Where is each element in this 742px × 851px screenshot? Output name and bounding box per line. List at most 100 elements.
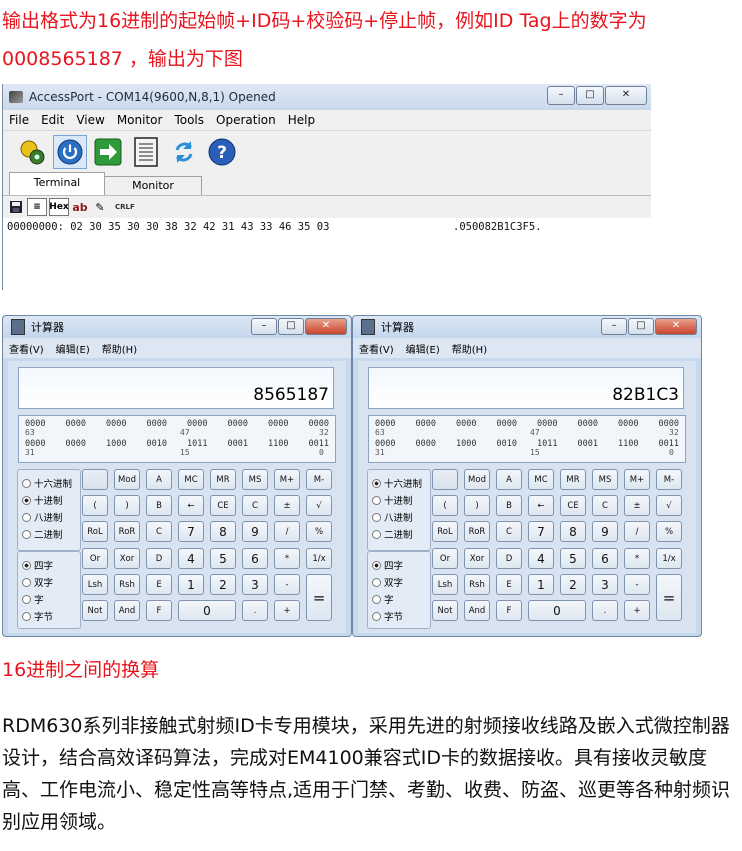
menu-help[interactable]: Help [282, 113, 321, 127]
log-button[interactable] [129, 135, 163, 169]
menu-view[interactable]: 查看(V) [9, 341, 44, 356]
word-size-option[interactable]: 字 [372, 592, 394, 606]
menu-tools[interactable]: Tools [168, 113, 210, 127]
calc-key[interactable]: D [146, 548, 172, 569]
calc-key[interactable]: 5 [210, 548, 236, 569]
send-button[interactable] [91, 135, 125, 169]
calc-key[interactable]: + [624, 600, 650, 621]
calc-key[interactable]: 0 [178, 600, 236, 621]
save-icon[interactable] [7, 198, 25, 216]
terminal-output[interactable]: 00000000: 02 30 35 30 30 38 32 42 31 43 … [3, 218, 651, 278]
close-button[interactable]: ✕ [605, 86, 647, 105]
calc-key[interactable]: . [592, 600, 618, 621]
calc-key[interactable]: And [464, 600, 490, 621]
calc-key[interactable]: Mod [464, 469, 490, 490]
radix-option[interactable]: 二进制 [372, 527, 413, 541]
calc-key[interactable]: √ [306, 495, 332, 516]
word-size-option[interactable]: 四字 [22, 558, 53, 572]
calc-key[interactable]: 4 [528, 548, 554, 569]
calc-key[interactable]: And [114, 600, 140, 621]
calc-key[interactable]: Not [432, 600, 458, 621]
close-button[interactable]: ✕ [655, 318, 697, 335]
calc-key[interactable]: 2 [210, 574, 236, 595]
calc-key[interactable]: Xor [114, 548, 140, 569]
calc-key[interactable]: Or [82, 548, 108, 569]
menu-help[interactable]: 帮助(H) [102, 341, 137, 356]
calc-key[interactable]: B [496, 495, 522, 516]
calc-key[interactable]: D [496, 548, 522, 569]
calc-key[interactable]: ( [82, 495, 108, 516]
calc-key[interactable]: B [146, 495, 172, 516]
radix-option[interactable]: 八进制 [372, 510, 413, 524]
radix-option[interactable]: 十六进制 [22, 476, 72, 490]
calc-key[interactable]: Rsh [464, 574, 490, 595]
radix-option[interactable]: 十进制 [22, 493, 63, 507]
close-button[interactable]: ✕ [305, 318, 347, 335]
calc-key[interactable]: 8 [560, 521, 586, 542]
help-button[interactable]: ? [205, 135, 239, 169]
menu-file[interactable]: File [3, 113, 35, 127]
radix-option[interactable]: 八进制 [22, 510, 63, 524]
calc-key[interactable]: ← [178, 495, 204, 516]
calc-key[interactable]: C [146, 521, 172, 542]
calc-key[interactable]: 1/x [306, 548, 332, 569]
calc-key[interactable]: M- [306, 469, 332, 490]
calc-key[interactable]: Not [82, 600, 108, 621]
ascii-view-button[interactable]: ab [71, 198, 89, 216]
calc-key[interactable]: % [306, 521, 332, 542]
calc-key[interactable]: MC [178, 469, 204, 490]
calc-key[interactable]: Or [432, 548, 458, 569]
calc-key[interactable]: A [496, 469, 522, 490]
minimize-button[interactable]: – [547, 86, 575, 105]
calc-key[interactable]: E [146, 574, 172, 595]
minimize-button[interactable]: – [251, 318, 277, 335]
menu-view[interactable]: 查看(V) [359, 341, 394, 356]
maximize-button[interactable]: □ [576, 86, 604, 105]
calc-key[interactable]: 1 [178, 574, 204, 595]
calc-key[interactable]: C [496, 521, 522, 542]
calc-key[interactable]: CE [210, 495, 236, 516]
calc-key[interactable] [432, 469, 458, 490]
calc-key[interactable]: 1/x [656, 548, 682, 569]
word-size-option[interactable]: 双字 [372, 575, 403, 589]
calc-key[interactable]: Mod [114, 469, 140, 490]
calc-key[interactable]: F [146, 600, 172, 621]
calc-key[interactable]: MR [210, 469, 236, 490]
calc-key[interactable]: % [656, 521, 682, 542]
calc-key[interactable]: Lsh [432, 574, 458, 595]
calc-key[interactable]: MR [560, 469, 586, 490]
calc-key[interactable]: 3 [242, 574, 268, 595]
calc-key[interactable]: / [274, 521, 300, 542]
calc-key[interactable]: 6 [592, 548, 618, 569]
calc-key[interactable]: * [274, 548, 300, 569]
calc-key[interactable]: Xor [464, 548, 490, 569]
calc-key[interactable]: * [624, 548, 650, 569]
radix-option[interactable]: 十进制 [372, 493, 413, 507]
menu-edit[interactable]: 编辑(E) [406, 341, 440, 356]
edit-icon[interactable]: ✎ [91, 198, 109, 216]
calc-key[interactable]: RoR [114, 521, 140, 542]
calc-key[interactable]: F [496, 600, 522, 621]
calc-key[interactable]: . [242, 600, 268, 621]
calc-key[interactable]: M+ [274, 469, 300, 490]
calc-key[interactable]: Lsh [82, 574, 108, 595]
word-size-option[interactable]: 四字 [372, 558, 403, 572]
calc-key[interactable]: 7 [528, 521, 554, 542]
maximize-button[interactable]: □ [628, 318, 654, 335]
minimize-button[interactable]: – [601, 318, 627, 335]
equals-key[interactable]: = [656, 574, 682, 621]
calc-key[interactable]: + [274, 600, 300, 621]
calc-key[interactable]: - [274, 574, 300, 595]
calc-key[interactable]: 9 [592, 521, 618, 542]
calc-key[interactable]: E [496, 574, 522, 595]
calc-key[interactable]: 0 [528, 600, 586, 621]
calc-key[interactable]: ← [528, 495, 554, 516]
radix-option[interactable]: 十六进制 [372, 476, 422, 490]
calc-key[interactable]: / [624, 521, 650, 542]
calc-key[interactable]: 2 [560, 574, 586, 595]
calc-key[interactable]: 3 [592, 574, 618, 595]
calc-key[interactable]: CE [560, 495, 586, 516]
menu-edit[interactable]: 编辑(E) [56, 341, 90, 356]
calc-key[interactable]: ) [464, 495, 490, 516]
calc-key[interactable]: 8 [210, 521, 236, 542]
